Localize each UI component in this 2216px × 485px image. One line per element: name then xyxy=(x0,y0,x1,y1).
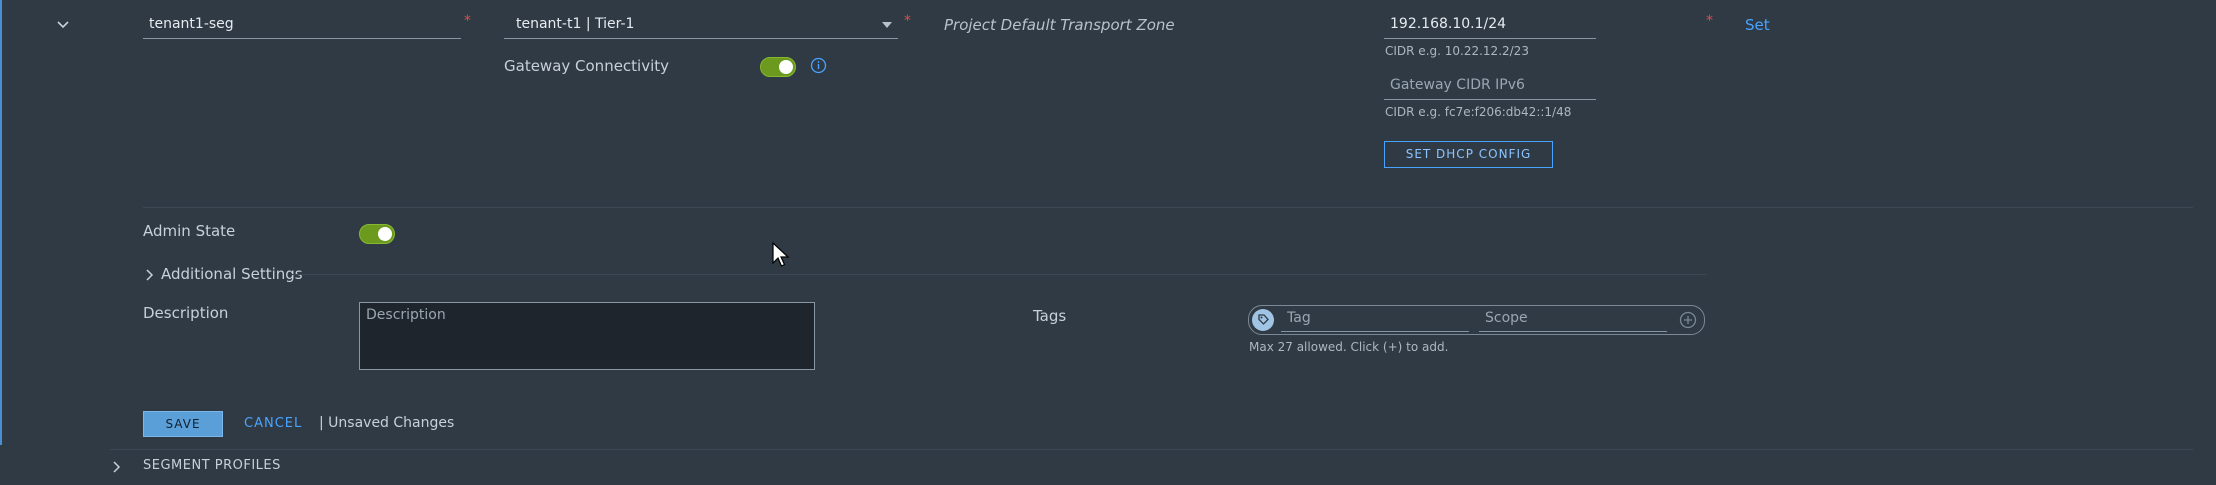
row-selection-indicator xyxy=(0,0,2,445)
dropdown-caret-icon xyxy=(882,22,892,28)
section-divider xyxy=(110,449,2193,450)
gateway-connectivity-label: Gateway Connectivity xyxy=(504,57,670,75)
additional-settings-label: Additional Settings xyxy=(161,265,303,283)
subnet-ipv6-input[interactable] xyxy=(1384,74,1596,100)
chevron-right-icon xyxy=(113,461,121,473)
subnet-required-mark: * xyxy=(1706,13,1713,29)
toggle-knob xyxy=(779,60,793,74)
subnet-ipv6-hint: CIDR e.g. fc7e:f206:db42::1/48 xyxy=(1385,105,1572,119)
set-dhcp-config-button[interactable]: SET DHCP CONFIG xyxy=(1384,141,1553,168)
subnet-ipv4-input[interactable] xyxy=(1384,13,1596,39)
connected-gateway-select[interactable]: tenant-t1 | Tier-1 xyxy=(504,13,898,39)
info-icon[interactable] xyxy=(810,57,827,74)
tag-icon xyxy=(1252,309,1274,331)
subnet-ipv4-hint: CIDR e.g. 10.22.12.2/23 xyxy=(1385,44,1529,58)
admin-state-label: Admin State xyxy=(143,222,236,240)
set-link[interactable]: Set xyxy=(1745,16,1770,34)
toggle-knob xyxy=(378,227,392,241)
tags-label: Tags xyxy=(1033,307,1067,325)
tags-hint: Max 27 allowed. Click (+) to add. xyxy=(1249,340,1449,354)
gateway-required-mark: * xyxy=(904,13,911,29)
connected-gateway-value: tenant-t1 | Tier-1 xyxy=(516,16,635,32)
cancel-button[interactable]: CANCEL xyxy=(244,416,302,431)
mouse-cursor-icon xyxy=(772,241,790,270)
tags-input-group xyxy=(1248,305,1705,335)
chevron-right-icon xyxy=(146,269,154,281)
description-label: Description xyxy=(143,304,229,322)
row-divider xyxy=(143,207,2193,208)
segment-profiles-label: SEGMENT PROFILES xyxy=(143,458,281,473)
save-button[interactable]: SAVE xyxy=(143,411,223,437)
scope-input[interactable] xyxy=(1479,308,1667,332)
description-textarea[interactable] xyxy=(359,302,815,370)
gateway-connectivity-toggle[interactable] xyxy=(760,57,796,77)
unsaved-changes-status: | Unsaved Changes xyxy=(319,415,455,431)
segment-name-input[interactable] xyxy=(143,13,461,39)
tag-input[interactable] xyxy=(1281,308,1469,332)
admin-state-toggle[interactable] xyxy=(359,224,395,244)
transport-zone-value: Project Default Transport Zone xyxy=(944,16,1175,34)
collapse-row-chevron-icon[interactable] xyxy=(54,16,72,34)
add-tag-icon[interactable] xyxy=(1679,311,1697,329)
additional-settings-divider xyxy=(292,274,1707,275)
segment-name-required-mark: * xyxy=(464,13,471,29)
